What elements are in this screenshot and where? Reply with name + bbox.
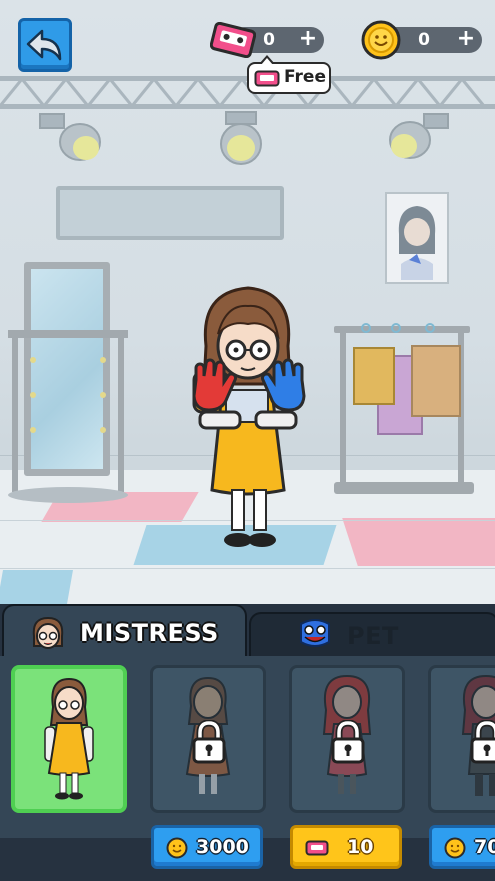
tab-pet[interactable]: PET (249, 612, 495, 658)
smiley-coin-icon (361, 20, 401, 60)
outfit-card-locked[interactable] (150, 665, 266, 813)
mirror-stand (8, 330, 128, 503)
outfit-preview (44, 677, 94, 800)
lock-icon (192, 720, 226, 764)
free-label: Free (284, 67, 326, 87)
spotlight-right (389, 113, 449, 159)
outfit-card-locked[interactable] (289, 665, 405, 813)
free-tape-offer[interactable]: Free (247, 55, 331, 94)
outfit-card-locked[interactable] (428, 665, 495, 813)
dressing-room-scene (0, 0, 495, 610)
buy-with-coins-button[interactable]: 70 (429, 825, 495, 869)
buy-with-coins-button[interactable]: 3000 (151, 825, 263, 869)
lock-icon (331, 720, 365, 764)
spotlight-left (39, 113, 101, 161)
back-arrow-icon (26, 29, 62, 61)
wall-banner (56, 186, 284, 240)
mistress-character (192, 286, 306, 547)
cassette-tape-icon (210, 22, 256, 58)
spotlight-center (220, 111, 262, 165)
tab-mistress-label: MISTRESS (80, 619, 219, 647)
smiley-coin-icon (444, 837, 466, 859)
tab-pet-label: PET (347, 622, 399, 650)
floor-grid-line (0, 568, 495, 569)
tab-mistress[interactable]: MISTRESS (2, 604, 247, 658)
huggy-face-icon (300, 619, 330, 647)
outfit-card-selected[interactable] (11, 665, 127, 813)
lock-icon (470, 720, 495, 764)
add-coins-button[interactable]: + (456, 28, 476, 50)
cassette-tape-icon (305, 840, 329, 856)
coin-count: 0 (418, 30, 430, 50)
clothing-rack (334, 323, 474, 494)
price-value: 70 (474, 836, 495, 858)
add-tapes-button[interactable]: + (298, 28, 318, 50)
floor-tile-blue (0, 570, 73, 604)
floor-tile-pink (342, 518, 495, 566)
wall-poster (385, 192, 449, 284)
price-value: 10 (347, 836, 374, 858)
cassette-tape-icon (254, 70, 280, 87)
bubble-tail (261, 58, 273, 65)
back-button[interactable] (18, 18, 72, 72)
smiley-coin-icon (166, 837, 188, 859)
buy-with-tapes-button[interactable]: 10 (290, 825, 402, 869)
price-value: 3000 (196, 836, 249, 858)
mistress-face-icon (32, 616, 64, 649)
